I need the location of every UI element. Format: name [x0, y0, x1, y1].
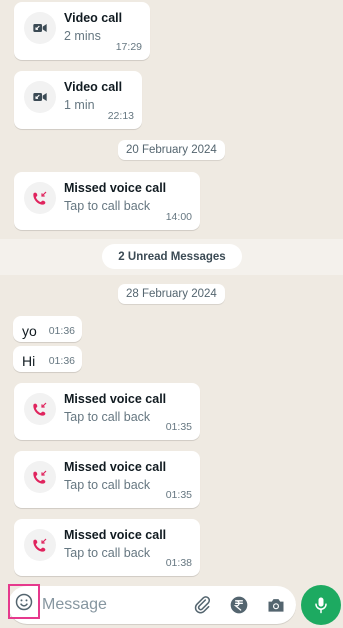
call-back-hint: Tap to call back: [64, 546, 151, 560]
message-time: 01:36: [48, 355, 75, 367]
message-time: 01:35: [165, 489, 192, 501]
message-composer: [8, 584, 296, 624]
missed-call-icon: [24, 182, 56, 214]
missed-call-icon: [24, 461, 56, 493]
missed-call-bubble[interactable]: Missed voice call Tap to call back 01:35: [14, 383, 200, 440]
mic-icon[interactable]: [301, 585, 341, 625]
date-separator: 20 February 2024: [118, 140, 225, 160]
video-call-icon: [24, 12, 56, 44]
call-duration: 1 min: [64, 98, 95, 112]
emoji-icon[interactable]: [8, 584, 40, 619]
call-title: Missed voice call: [64, 181, 167, 195]
call-back-hint: Tap to call back: [64, 199, 151, 213]
text-message-bubble[interactable]: yo 01:36: [13, 316, 82, 342]
attach-icon[interactable]: [192, 595, 212, 615]
video-call-bubble[interactable]: Video call 2 mins 17:29: [14, 2, 150, 60]
call-title: Missed voice call: [64, 392, 167, 406]
missed-call-bubble[interactable]: Missed voice call Tap to call back 01:35: [14, 451, 200, 508]
missed-call-bubble[interactable]: Missed voice call Tap to call back 01:38: [14, 519, 200, 576]
video-call-icon: [24, 81, 56, 113]
message-time: 17:29: [115, 41, 142, 53]
video-call-bubble[interactable]: Video call 1 min 22:13: [14, 71, 142, 129]
camera-icon[interactable]: [266, 595, 286, 615]
missed-call-bubble[interactable]: Missed voice call Tap to call back 14:00: [14, 172, 200, 230]
call-duration: 2 mins: [64, 29, 101, 43]
message-input[interactable]: [42, 592, 172, 618]
text-message-bubble[interactable]: Hi 01:36: [13, 346, 82, 372]
message-text: yo: [22, 323, 37, 339]
date-separator: 28 February 2024: [118, 284, 225, 304]
call-back-hint: Tap to call back: [64, 478, 151, 492]
call-title: Missed voice call: [64, 528, 167, 542]
chat-area[interactable]: Video call 2 mins 17:29 Video call 1 min…: [0, 0, 343, 580]
unread-messages-label: 2 Unread Messages: [102, 244, 242, 269]
missed-call-icon: [24, 529, 56, 561]
missed-call-icon: [24, 393, 56, 425]
message-time: 01:38: [165, 557, 192, 569]
message-time: 22:13: [107, 110, 134, 122]
message-time: 01:36: [48, 325, 75, 337]
call-back-hint: Tap to call back: [64, 410, 151, 424]
call-title: Missed voice call: [64, 460, 167, 474]
message-text: Hi: [22, 353, 36, 369]
rupee-payment-icon[interactable]: [229, 595, 249, 615]
message-time: 01:35: [165, 421, 192, 433]
call-title: Video call: [64, 11, 123, 25]
call-title: Video call: [64, 80, 123, 94]
message-time: 14:00: [165, 211, 192, 223]
